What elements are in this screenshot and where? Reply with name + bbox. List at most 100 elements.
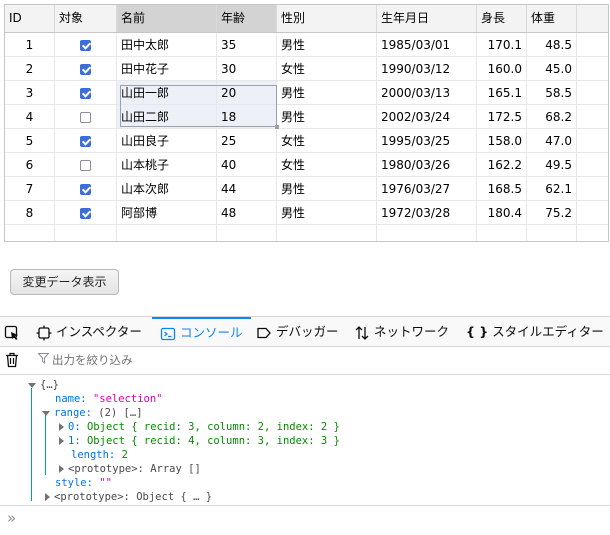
tab-debugger[interactable]: デバッガー — [256, 317, 339, 346]
cell-weight[interactable]: 49.5 — [527, 153, 577, 177]
cell-target — [55, 129, 117, 153]
cell-age[interactable]: 18 — [217, 105, 277, 129]
console-array-prototype[interactable]: <prototype>: Array [] — [59, 462, 201, 476]
cell-birthdate[interactable]: 1990/03/12 — [377, 57, 477, 81]
cell-birthdate[interactable]: 1995/03/25 — [377, 129, 477, 153]
cell-age[interactable]: 44 — [217, 177, 277, 201]
cell-name[interactable]: 田中花子 — [117, 57, 217, 81]
cell-age[interactable]: 25 — [217, 129, 277, 153]
row-checkbox[interactable] — [80, 64, 91, 75]
cell-birthdate[interactable]: 1976/03/27 — [377, 177, 477, 201]
cell-weight[interactable]: 45.0 — [527, 57, 577, 81]
cell-name[interactable]: 山田二郎 — [117, 105, 217, 129]
cell-birthdate[interactable]: 2000/03/13 — [377, 81, 477, 105]
cell-weight[interactable]: 58.5 — [527, 81, 577, 105]
cell-gender[interactable]: 女性 — [277, 153, 377, 177]
col-header-gender[interactable]: 性別 — [277, 5, 377, 32]
row-checkbox[interactable] — [80, 160, 91, 171]
console-root-object[interactable]: {…} — [28, 378, 59, 392]
console-range-item-0[interactable]: 0: Object { recid: 3, column: 2, index: … — [59, 420, 340, 434]
col-header-birthdate[interactable]: 生年月日 — [377, 5, 477, 32]
tab-inspector[interactable]: インスペクター — [36, 317, 142, 346]
row-checkbox[interactable] — [80, 184, 91, 195]
cell-gender[interactable]: 男性 — [277, 201, 377, 225]
table-row[interactable]: 1 田中太郎 35 男性 1985/03/01 170.1 48.5 — [5, 33, 608, 57]
cell-weight[interactable]: 75.2 — [527, 201, 577, 225]
table-row[interactable]: 4 山田二郎 18 男性 2002/03/24 172.5 68.2 — [5, 105, 608, 129]
cell-height[interactable]: 172.5 — [477, 105, 527, 129]
table-row[interactable]: 3 山田一郎 20 男性 2000/03/13 165.1 58.5 — [5, 81, 608, 105]
cell-id[interactable]: 7 — [5, 177, 55, 201]
cell-name[interactable]: 山本桃子 — [117, 153, 217, 177]
cell-id[interactable]: 2 — [5, 57, 55, 81]
cell-id[interactable]: 1 — [5, 33, 55, 57]
col-header-height[interactable]: 身長 — [477, 5, 527, 32]
cell-gender[interactable]: 男性 — [277, 105, 377, 129]
cell-age[interactable]: 30 — [217, 57, 277, 81]
cell-birthdate[interactable]: 1980/03/26 — [377, 153, 477, 177]
element-picker-icon[interactable] — [4, 317, 24, 346]
cell-age[interactable]: 20 — [217, 81, 277, 105]
row-checkbox[interactable] — [80, 40, 91, 51]
table-row[interactable]: 7 山本次郎 44 男性 1976/03/27 168.5 62.1 — [5, 177, 608, 201]
cell-gender[interactable]: 男性 — [277, 177, 377, 201]
cell-name[interactable]: 山田一郎 — [117, 81, 217, 105]
console-object-prototype[interactable]: <prototype>: Object { … } — [45, 490, 212, 504]
cell-age[interactable]: 35 — [217, 33, 277, 57]
col-header-id[interactable]: ID — [5, 5, 55, 32]
cell-height[interactable]: 180.4 — [477, 201, 527, 225]
cell-gender[interactable]: 男性 — [277, 81, 377, 105]
console-filter-input[interactable]: 出力を絞り込み — [37, 351, 298, 370]
show-changes-button[interactable]: 変更データ表示 — [10, 269, 119, 295]
console-input[interactable]: » — [0, 505, 610, 535]
tab-console[interactable]: コンソール — [152, 317, 251, 346]
prop-key: 0: — [68, 421, 81, 433]
col-header-weight[interactable]: 体重 — [527, 5, 577, 32]
tab-style-editor[interactable]: { } スタイルエディター — [466, 317, 604, 346]
cell-weight[interactable]: 68.2 — [527, 105, 577, 129]
table-row[interactable]: 5 山田良子 25 女性 1995/03/25 158.0 47.0 — [5, 129, 608, 153]
table-row[interactable]: 6 山本桃子 40 女性 1980/03/26 162.2 49.5 — [5, 153, 608, 177]
cell-birthdate[interactable]: 1985/03/01 — [377, 33, 477, 57]
tab-network[interactable]: ネットワーク — [354, 317, 449, 346]
console-prop-range[interactable]: range: (2) […] — [42, 406, 143, 420]
table-row[interactable]: 2 田中花子 30 女性 1990/03/12 160.0 45.0 — [5, 57, 608, 81]
row-checkbox[interactable] — [80, 88, 91, 99]
cell-name[interactable]: 阿部博 — [117, 201, 217, 225]
cell-height[interactable]: 165.1 — [477, 81, 527, 105]
cell-id[interactable]: 4 — [5, 105, 55, 129]
cell-weight[interactable]: 47.0 — [527, 129, 577, 153]
row-checkbox[interactable] — [80, 208, 91, 219]
cell-name[interactable]: 山田良子 — [117, 129, 217, 153]
cell-height[interactable]: 170.1 — [477, 33, 527, 57]
cell-id[interactable]: 6 — [5, 153, 55, 177]
cell-birthdate[interactable]: 2002/03/24 — [377, 105, 477, 129]
cell-name[interactable]: 田中太郎 — [117, 33, 217, 57]
row-checkbox[interactable] — [80, 136, 91, 147]
cell-id[interactable]: 5 — [5, 129, 55, 153]
row-checkbox[interactable] — [80, 112, 91, 123]
cell-height[interactable]: 162.2 — [477, 153, 527, 177]
cell-age[interactable]: 40 — [217, 153, 277, 177]
col-header-target[interactable]: 対象 — [55, 5, 117, 32]
cell-height[interactable]: 160.0 — [477, 57, 527, 81]
cell-id[interactable]: 8 — [5, 201, 55, 225]
cell-gender[interactable]: 男性 — [277, 33, 377, 57]
cell-gender[interactable]: 女性 — [277, 57, 377, 81]
cell-name[interactable]: 山本次郎 — [117, 177, 217, 201]
cell-gender[interactable]: 女性 — [277, 129, 377, 153]
cell-age[interactable]: 48 — [217, 201, 277, 225]
col-header-name[interactable]: 名前 — [117, 5, 217, 32]
cell-height[interactable]: 158.0 — [477, 129, 527, 153]
cell-weight[interactable]: 62.1 — [527, 177, 577, 201]
selection-handle[interactable] — [275, 125, 279, 129]
cell-name — [117, 225, 217, 241]
cell-weight[interactable]: 48.5 — [527, 33, 577, 57]
cell-birthdate[interactable]: 1972/03/28 — [377, 201, 477, 225]
trash-icon[interactable] — [5, 352, 19, 371]
console-range-item-1[interactable]: 1: Object { recid: 4, column: 3, index: … — [59, 434, 340, 448]
col-header-age[interactable]: 年齢 — [217, 5, 277, 32]
cell-height[interactable]: 168.5 — [477, 177, 527, 201]
table-row[interactable]: 8 阿部博 48 男性 1972/03/28 180.4 75.2 — [5, 201, 608, 225]
cell-id[interactable]: 3 — [5, 81, 55, 105]
